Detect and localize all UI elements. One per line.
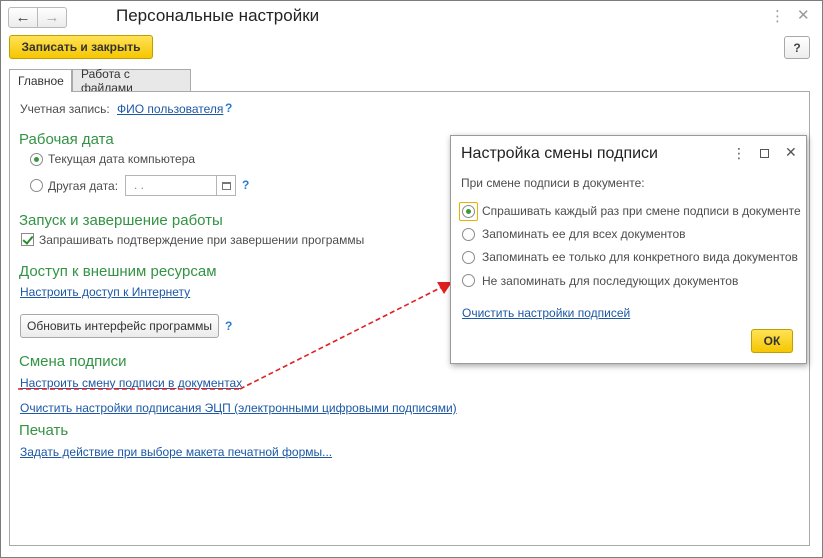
close-icon[interactable]: ✕ — [797, 6, 810, 24]
back-button[interactable]: ← — [8, 7, 38, 28]
update-interface-help-icon[interactable]: ? — [225, 319, 232, 333]
update-interface-button[interactable]: Обновить интерфейс программы — [20, 314, 219, 338]
dialog-option-ask-label: Спрашивать каждый раз при смене подписи … — [482, 204, 801, 218]
tab-files[interactable]: Работа с файлами — [72, 67, 191, 95]
signature-change-dialog: Настройка смены подписи ⋮ ✕ При смене по… — [450, 135, 807, 364]
section-external-resources: Доступ к внешним ресурсам — [19, 263, 217, 280]
configure-signature-change-link[interactable]: Настроить смену подписи в документах — [20, 376, 242, 390]
account-label: Учетная запись: — [20, 102, 110, 116]
dialog-close-icon[interactable]: ✕ — [785, 144, 797, 161]
dialog-prompt: При смене подписи в документе: — [461, 176, 645, 190]
account-help-icon[interactable]: ? — [225, 101, 232, 115]
clear-signature-settings-link[interactable]: Очистить настройки подписей — [462, 306, 630, 320]
print-form-action-link[interactable]: Задать действие при выборе макета печатн… — [20, 445, 332, 459]
radio-current-date[interactable] — [30, 153, 43, 166]
dialog-more-icon[interactable]: ⋮ — [732, 145, 746, 162]
dialog-option-ask-radio[interactable] — [462, 205, 475, 218]
confirm-exit-checkbox[interactable] — [21, 233, 34, 246]
forward-button[interactable]: → — [37, 7, 67, 28]
clear-ecp-settings-link[interactable]: Очистить настройки подписания ЭЦП (элект… — [20, 401, 457, 415]
arrow-left-icon: ← — [15, 9, 31, 26]
account-user-link[interactable]: ФИО пользователя — [117, 102, 223, 116]
dialog-option-kind-label: Запоминать ее только для конкретного вид… — [482, 250, 798, 264]
dialog-option-kind-radio[interactable] — [462, 251, 475, 264]
work-date-help-icon[interactable]: ? — [242, 178, 249, 192]
ok-button[interactable]: ОК — [751, 329, 793, 353]
section-signature-change: Смена подписи — [19, 353, 127, 370]
more-menu-icon[interactable]: ⋮ — [770, 7, 785, 25]
dialog-maximize-icon[interactable] — [760, 149, 769, 158]
dialog-option-all-label: Запоминать ее для всех документов — [482, 227, 686, 241]
dialog-option-none-radio[interactable] — [462, 274, 475, 287]
internet-access-link[interactable]: Настроить доступ к Интернету — [20, 285, 190, 299]
dialog-option-none-label: Не запоминать для последующих документов — [482, 274, 739, 288]
section-startup: Запуск и завершение работы — [19, 212, 223, 229]
radio-current-date-label: Текущая дата компьютера — [48, 152, 196, 166]
dialog-title: Настройка смены подписи — [461, 145, 658, 162]
radio-other-date[interactable] — [30, 179, 43, 192]
save-and-close-button[interactable]: Записать и закрыть — [9, 35, 153, 59]
other-date-input[interactable]: . . — [125, 175, 217, 196]
dialog-option-all-radio[interactable] — [462, 228, 475, 241]
tab-main[interactable]: Главное — [9, 69, 72, 92]
calendar-icon — [222, 182, 231, 190]
section-print: Печать — [19, 422, 69, 439]
help-button[interactable]: ? — [784, 36, 810, 59]
radio-other-date-label: Другая дата: — [48, 179, 119, 193]
arrow-right-icon: → — [44, 9, 60, 26]
section-work-date: Рабочая дата — [19, 131, 114, 148]
window-title: Персональные настройки — [116, 6, 320, 25]
confirm-exit-label: Запрашивать подтверждение при завершении… — [39, 233, 365, 247]
calendar-button[interactable] — [216, 175, 236, 196]
